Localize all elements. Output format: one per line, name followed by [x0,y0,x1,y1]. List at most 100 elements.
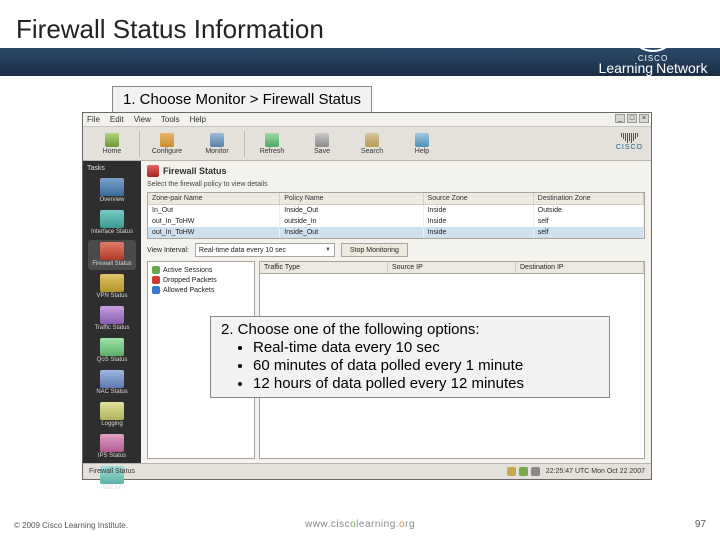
view-interval-label: View Interval: [147,247,189,254]
footer-copyright: © 2009 Cisco Learning Institute. [14,521,128,530]
menu-file[interactable]: File [87,115,100,124]
monitor-icon [210,133,224,147]
save-button[interactable]: Save [299,129,345,159]
menu-help[interactable]: Help [190,115,206,124]
sidebar: Tasks Overview Interface Status Firewall… [83,161,141,463]
search-icon [365,133,379,147]
status-icon [519,467,528,476]
policy-table[interactable]: Zone-pair Name Policy Name Source Zone D… [147,192,645,239]
toolbar: Home Configure Monitor Refresh Save Sear… [83,127,651,161]
sidebar-item-firewall-status[interactable]: Firewall Status [88,240,136,270]
monitor-button[interactable]: Monitor [194,129,240,159]
home-button[interactable]: Home [89,129,135,159]
stop-monitoring-button[interactable]: Stop Monitoring [341,243,408,257]
nac-icon [100,370,124,388]
panel-hint: Select the firewall policy to view detai… [147,181,645,188]
refresh-button[interactable]: Refresh [249,129,295,159]
sidebar-item-traffic-status[interactable]: Traffic Status [88,304,136,334]
sidebar-item-nac-status[interactable]: NAC Status [88,368,136,398]
interface-icon [100,210,124,228]
status-right: 22:25:47 UTC Mon Oct 22 2007 [546,468,645,475]
callout-1-text: 1. Choose Monitor > Firewall Status [123,91,361,108]
sidebar-item-interface-status[interactable]: Interface Status [88,208,136,238]
cisco-brand: CISCO [616,133,643,152]
logging-icon [100,402,124,420]
status-icons [507,467,540,476]
save-icon [315,133,329,147]
list-item: Real-time data every 10 sec [253,339,599,357]
sessions-icon [152,266,160,274]
logo-text: Learning Network [598,63,708,76]
menu-view[interactable]: View [134,115,151,124]
configure-button[interactable]: Configure [144,129,190,159]
policy-table-header: Zone-pair Name Policy Name Source Zone D… [148,193,644,205]
vpn-icon [100,274,124,292]
dropped-icon [152,276,160,284]
cisco-bars-icon [616,133,643,143]
callout-step-1: 1. Choose Monitor > Firewall Status [112,86,372,113]
slide-header: Firewall Status Information CISCO Learni… [0,0,720,80]
app-window: File Edit View Tools Help _ □ × Home Con… [82,112,652,480]
page-number: 97 [695,519,706,530]
menu-tools[interactable]: Tools [161,115,180,124]
help-icon [415,133,429,147]
col-policy-name[interactable]: Policy Name [280,193,423,205]
status-icon [507,467,516,476]
table-row[interactable]: out_In_ToHWoutside_InInsideself [148,216,644,227]
allowed-icon [152,286,160,294]
home-icon [105,133,119,147]
help-button[interactable]: Help [399,129,445,159]
view-interval-select[interactable]: Real-time data every 10 sec [195,243,335,257]
logo: CISCO Learning Network INSTITUTE [598,4,708,85]
sidebar-item-overview[interactable]: Overview [88,176,136,206]
menu-edit[interactable]: Edit [110,115,124,124]
qos-icon [100,338,124,356]
tree-item-allowed-packets[interactable]: Allowed Packets [150,285,252,295]
tree-item-dropped-packets[interactable]: Dropped Packets [150,275,252,285]
close-button[interactable]: × [639,114,649,123]
window-controls: _ □ × [615,114,649,123]
sidebar-title: Tasks [83,165,105,172]
gear-icon [160,133,174,147]
main-panel: Firewall Status Select the firewall poli… [141,161,651,463]
list-item: 60 minutes of data polled every 1 minute [253,357,599,375]
table-row[interactable]: In_OutInside_OutInsideOutside [148,205,644,216]
table-row[interactable]: out_In_ToHWInside_OutInsideself [148,227,644,238]
sidebar-item-ips-status[interactable]: IPS Status [88,432,136,462]
list-item: 12 hours of data polled every 12 minutes [253,375,599,393]
status-icon [531,467,540,476]
logo-circle-icon [629,4,677,52]
sessions-header: Traffic Type Source IP Destination IP [259,261,645,274]
statusbar: Firewall Status 22:25:47 UTC Mon Oct 22 … [83,463,651,479]
ips-icon [100,434,124,452]
callout-2-list: Real-time data every 10 sec 60 minutes o… [253,339,599,393]
search-button[interactable]: Search [349,129,395,159]
minimize-button[interactable]: _ [615,114,625,123]
toolbar-separator [244,131,245,157]
toolbar-separator [139,131,140,157]
traffic-icon [100,306,124,324]
col-traffic-type[interactable]: Traffic Type [260,262,388,273]
col-zone-pair[interactable]: Zone-pair Name [148,193,280,205]
firewall-status-icon [147,165,159,177]
callout-2-lead: 2. Choose one of the following options: [221,321,599,339]
sidebar-item-vpn-status[interactable]: VPN Status [88,272,136,302]
refresh-icon [265,133,279,147]
col-destination-ip[interactable]: Destination IP [516,262,644,273]
overview-icon [100,178,124,196]
col-source-ip[interactable]: Source IP [388,262,516,273]
footer-url: www.ciscolearning.org [305,519,415,530]
sidebar-item-logging[interactable]: Logging [88,400,136,430]
app-body: Tasks Overview Interface Status Firewall… [83,161,651,463]
sidebar-item-qos-status[interactable]: QoS Status [88,336,136,366]
col-source-zone[interactable]: Source Zone [424,193,534,205]
panel-title: Firewall Status [163,166,227,176]
status-left: Firewall Status [89,468,135,475]
menubar: File Edit View Tools Help _ □ × [83,113,651,127]
maximize-button[interactable]: □ [627,114,637,123]
col-destination-zone[interactable]: Destination Zone [534,193,644,205]
panel-header: Firewall Status [147,165,645,177]
tree-item-active-sessions[interactable]: Active Sessions [150,265,252,275]
slide-title: Firewall Status Information [16,14,324,45]
view-controls: View Interval: Real-time data every 10 s… [147,243,645,257]
